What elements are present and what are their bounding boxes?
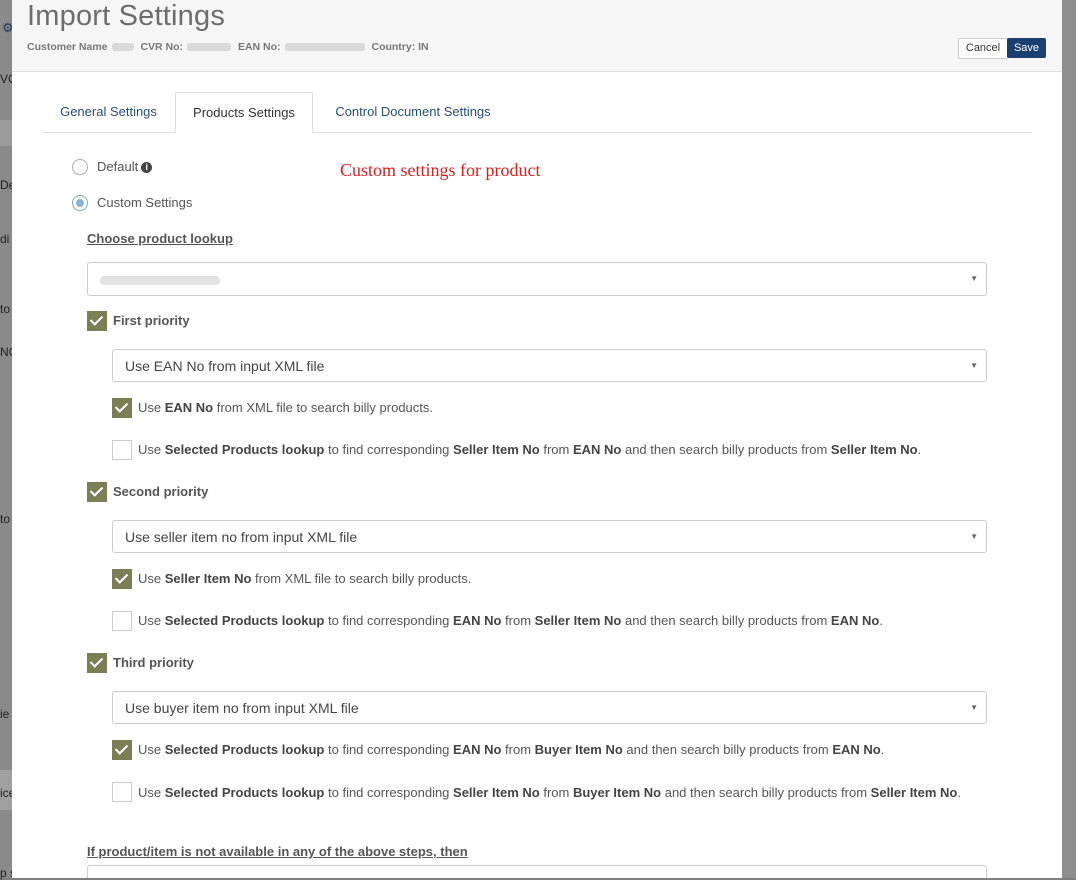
option-label: Use Selected Products lookup to find cor…	[138, 785, 961, 800]
select-value: Use seller item no from input XML file	[125, 529, 358, 545]
save-button[interactable]: Save	[1007, 38, 1046, 58]
redacted-value	[111, 43, 134, 52]
option-label: Use Selected Products lookup to find cor…	[138, 613, 883, 628]
bg-fragment: ie	[0, 707, 10, 721]
third-priority-select[interactable]: Use buyer item no from input XML file ▼	[112, 691, 987, 724]
option-label: Use EAN No from XML file to search billy…	[138, 400, 434, 415]
ean-label: EAN No:	[237, 41, 281, 53]
option-label: Use Selected Products lookup to find cor…	[138, 742, 885, 757]
first-priority-checkbox[interactable]	[87, 311, 107, 331]
fallback-select[interactable]	[87, 865, 987, 878]
country-label: Country: IN	[371, 41, 429, 53]
cancel-button[interactable]: Cancel	[958, 38, 1008, 59]
fallback-title: If product/item is not available in any …	[87, 844, 468, 859]
custom-settings-note: Custom settings for product	[340, 160, 541, 180]
option-checkbox[interactable]	[112, 782, 132, 802]
third-priority-checkbox[interactable]	[87, 653, 107, 673]
cvr-label: CVR No:	[140, 41, 184, 53]
option-checkbox[interactable]	[112, 611, 132, 631]
tab-products-settings[interactable]: Products Settings	[175, 92, 313, 133]
chevron-down-icon: ▼	[970, 532, 978, 541]
second-priority-label: Second priority	[113, 484, 209, 499]
modal-header: Import Settings Customer Name CVR No: EA…	[12, 0, 1062, 72]
bg-fragment: to	[0, 512, 11, 526]
bg-fragment: di	[0, 232, 10, 246]
second-priority-select[interactable]: Use seller item no from input XML file ▼	[112, 520, 987, 553]
first-priority-label: First priority	[113, 313, 190, 328]
info-icon[interactable]: i	[141, 162, 153, 173]
redacted-value	[187, 43, 232, 52]
default-radio[interactable]	[72, 159, 88, 175]
default-option: Default i	[97, 159, 153, 174]
chevron-down-icon: ▼	[970, 274, 978, 283]
product-lookup-select[interactable]: ▼	[87, 262, 987, 296]
customer-meta: Customer Name CVR No: EAN No: Country: I…	[27, 41, 429, 53]
modal-title: Import Settings	[27, 0, 226, 32]
import-settings-modal: Import Settings Customer Name CVR No: EA…	[12, 0, 1062, 878]
redacted-lookup-value	[100, 275, 220, 285]
redacted-value	[284, 43, 365, 52]
option-checkbox[interactable]	[112, 740, 132, 760]
customer-name-label: Customer Name	[27, 41, 108, 53]
custom-settings-label: Custom Settings	[97, 195, 193, 210]
tab-control-document-settings[interactable]: Control Document Settings	[314, 92, 512, 132]
option-checkbox[interactable]	[112, 398, 132, 418]
custom-settings-radio[interactable]	[72, 195, 88, 211]
option-checkbox[interactable]	[112, 569, 132, 589]
default-label: Default	[97, 159, 139, 174]
chevron-down-icon: ▼	[970, 703, 978, 712]
select-value: Use EAN No from input XML file	[125, 358, 325, 374]
third-priority-label: Third priority	[113, 655, 194, 670]
option-label: Use Selected Products lookup to find cor…	[138, 442, 922, 457]
tab-general-settings[interactable]: General Settings	[42, 92, 175, 132]
settings-tabs: General Settings Products Settings Contr…	[42, 92, 1032, 133]
option-checkbox[interactable]	[112, 440, 132, 460]
bg-fragment: to	[0, 302, 11, 316]
product-lookup-title: Choose product lookup	[87, 231, 233, 246]
select-value: Use buyer item no from input XML file	[125, 700, 359, 716]
chevron-down-icon: ▼	[970, 361, 978, 370]
first-priority-select[interactable]: Use EAN No from input XML file ▼	[112, 349, 987, 382]
option-label: Use Seller Item No from XML file to sear…	[138, 571, 472, 586]
second-priority-checkbox[interactable]	[87, 482, 107, 502]
